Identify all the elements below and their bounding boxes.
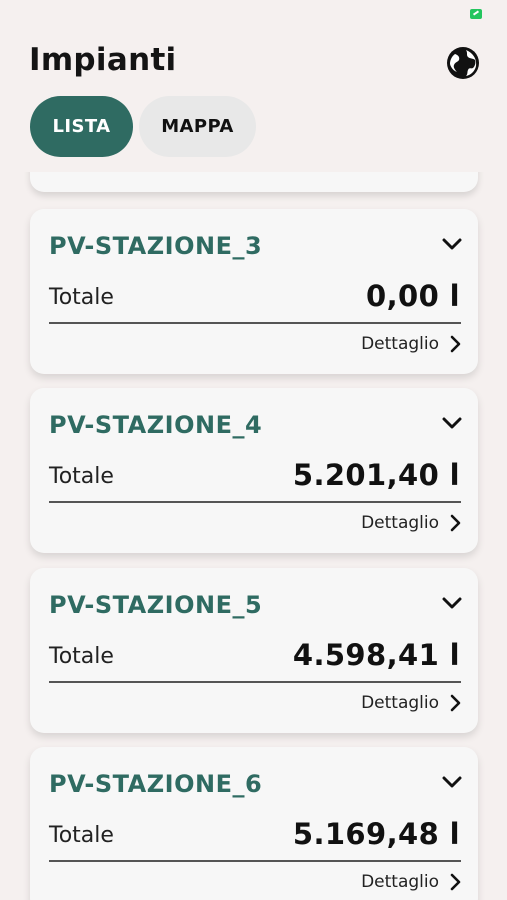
- station-name: PV-STAZIONE_6: [49, 770, 263, 798]
- station-name: PV-STAZIONE_4: [49, 411, 263, 439]
- station-list[interactable]: PV-STAZIONE_3 Totale 0,00 l Dettaglio PV…: [0, 172, 507, 900]
- detail-link[interactable]: Dettaglio: [361, 689, 461, 717]
- battery-indicator: [470, 9, 482, 19]
- divider: [49, 681, 461, 683]
- expand-button[interactable]: [439, 410, 465, 436]
- station-card[interactable]: PV-STAZIONE_4 Totale 5.201,40 l Dettagli…: [30, 388, 478, 553]
- language-button[interactable]: [445, 47, 481, 83]
- chevron-down-icon: [442, 414, 462, 433]
- divider: [49, 860, 461, 862]
- detail-label: Dettaglio: [361, 872, 439, 892]
- divider: [49, 322, 461, 324]
- divider: [49, 501, 461, 503]
- tab-mappa[interactable]: MAPPA: [139, 96, 256, 157]
- total-label: Totale: [49, 823, 114, 848]
- station-card[interactable]: PV-STAZIONE_6 Totale 5.169,48 l Dettagli…: [30, 747, 478, 900]
- detail-label: Dettaglio: [361, 513, 439, 533]
- station-name: PV-STAZIONE_3: [49, 232, 263, 260]
- chevron-right-icon: [449, 335, 461, 353]
- total-value: 5.169,48 l: [292, 817, 460, 851]
- station-card[interactable]: PV-STAZIONE_5 Totale 4.598,41 l Dettagli…: [30, 568, 478, 733]
- total-value: 4.598,41 l: [292, 638, 460, 672]
- total-value: 0,00 l: [366, 279, 460, 313]
- chevron-down-icon: [442, 773, 462, 792]
- chevron-right-icon: [449, 873, 461, 891]
- total-value: 5.201,40 l: [292, 458, 460, 492]
- tab-lista[interactable]: LISTA: [30, 96, 133, 157]
- total-label: Totale: [49, 285, 114, 310]
- expand-button[interactable]: [439, 769, 465, 795]
- expand-button[interactable]: [439, 590, 465, 616]
- chevron-down-icon: [442, 594, 462, 613]
- detail-link[interactable]: Dettaglio: [361, 330, 461, 358]
- detail-link[interactable]: Dettaglio: [361, 868, 461, 896]
- station-card[interactable]: PV-STAZIONE_3 Totale 0,00 l Dettaglio: [30, 209, 478, 374]
- view-tabs: LISTA MAPPA: [30, 96, 256, 157]
- chevron-right-icon: [449, 514, 461, 532]
- total-label: Totale: [49, 644, 114, 669]
- chevron-right-icon: [449, 694, 461, 712]
- partial-station-card[interactable]: [30, 172, 478, 192]
- station-name: PV-STAZIONE_5: [49, 591, 263, 619]
- total-label: Totale: [49, 464, 114, 489]
- globe-icon: [446, 46, 480, 84]
- chevron-down-icon: [442, 235, 462, 254]
- page-title: Impianti: [29, 42, 177, 78]
- expand-button[interactable]: [439, 231, 465, 257]
- detail-link[interactable]: Dettaglio: [361, 509, 461, 537]
- detail-label: Dettaglio: [361, 334, 439, 354]
- detail-label: Dettaglio: [361, 693, 439, 713]
